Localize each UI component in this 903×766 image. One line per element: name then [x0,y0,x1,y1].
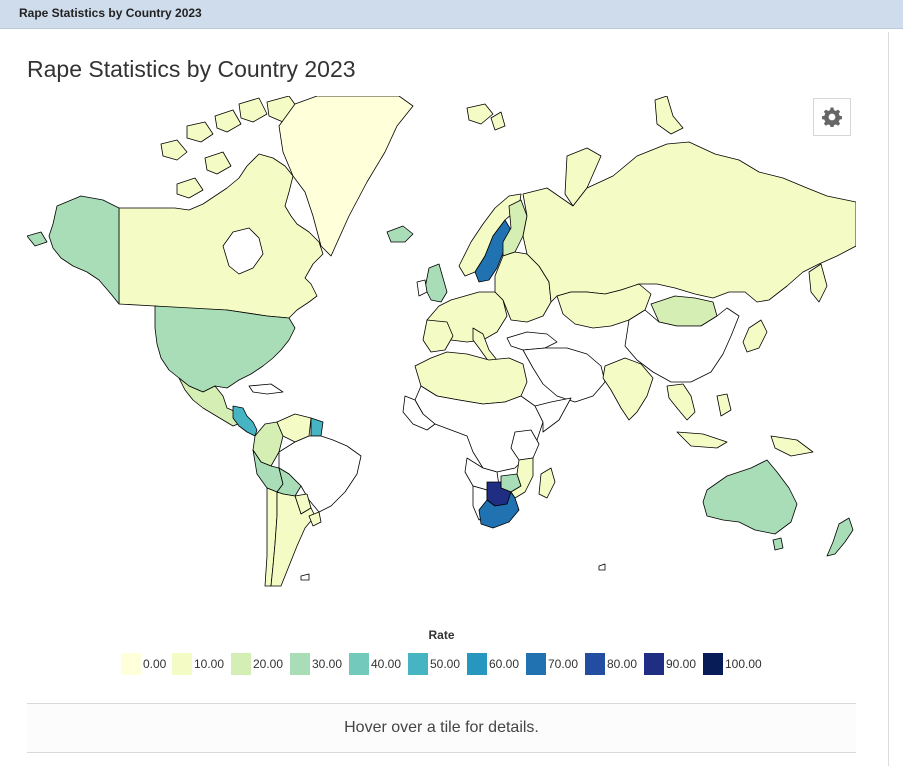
country-new-guinea[interactable] [770,435,814,457]
country-svalbard[interactable] [490,111,506,131]
legend-swatch [703,653,723,675]
legend-label: 10.00 [194,657,225,671]
legend-swatch [526,653,546,675]
legend-swatch [231,653,251,675]
legend-label: 20.00 [253,657,284,671]
country-spain[interactable] [422,319,454,353]
country-united-kingdom[interactable] [424,263,448,303]
country-ireland[interactable] [416,279,428,297]
country-cuba[interactable] [248,383,284,395]
country-canada-islands[interactable] [204,151,232,175]
country-canada-islands[interactable] [160,139,188,161]
country-turkey[interactable] [506,331,558,351]
legend-label: 100.00 [725,657,762,671]
window-tab-title: Rape Statistics by Country 2023 [19,6,202,20]
country-iceland[interactable] [386,225,414,243]
country-mongolia[interactable] [650,295,718,327]
country-philippines[interactable] [716,393,732,417]
map-settings-button[interactable] [813,98,851,136]
country-japan[interactable] [742,319,768,353]
panel-divider [888,32,889,766]
legend-label: 60.00 [489,657,520,671]
page-title: Rape Statistics by Country 2023 [27,56,356,82]
country-australia[interactable] [702,459,798,535]
legend-label: 90.00 [666,657,697,671]
country-new-zealand[interactable] [826,517,854,557]
country-canada-islands[interactable] [238,97,268,123]
window-tab-bar: Rape Statistics by Country 2023 [0,0,903,29]
legend-label: 0.00 [143,657,167,671]
country-russia-north-island[interactable] [654,96,684,135]
choropleth-map[interactable] [27,96,856,592]
country-indonesia[interactable] [676,431,728,449]
legend-label: 30.00 [312,657,343,671]
country-canada[interactable] [118,153,324,319]
gear-icon [822,107,842,127]
country-canada-islands[interactable] [214,109,242,133]
legend-swatch [467,653,487,675]
country-canada-islands[interactable] [186,121,214,143]
legend-swatch [172,653,192,675]
legend-title: Rate [428,628,455,642]
country-tasmania[interactable] [772,537,784,551]
country-alaska-peninsula[interactable] [27,231,48,247]
country-svalbard[interactable] [466,103,494,125]
legend-swatch [644,653,664,675]
country-india[interactable] [602,357,654,421]
legend-swatch [290,653,310,675]
country-middle-east[interactable] [522,347,606,403]
legend-label: 50.00 [430,657,461,671]
legend-label: 80.00 [607,657,638,671]
country-united-states[interactable] [154,305,296,393]
legend-swatch [121,653,141,675]
legend-label: 40.00 [371,657,402,671]
island-speck [598,563,606,571]
legend-swatch [585,653,605,675]
legend-label: 70.00 [548,657,579,671]
country-guyana[interactable] [310,417,324,437]
details-hint: Hover over a tile for details. [344,719,539,736]
details-panel: Hover over a tile for details. [27,703,856,753]
color-legend: 0.00 10.00 20.00 30.00 40.00 50.00 60.00… [121,653,821,675]
country-southeast-asia[interactable] [666,383,696,421]
world-map-svg[interactable] [27,96,856,592]
legend-swatch [349,653,369,675]
country-central-america[interactable] [232,405,258,437]
country-alaska[interactable] [48,195,120,305]
legend-swatch [408,653,428,675]
country-canada-islands[interactable] [176,177,204,199]
island-speck [300,573,310,581]
country-madagascar[interactable] [538,467,556,499]
country-russia-kamchatka[interactable] [808,263,828,303]
